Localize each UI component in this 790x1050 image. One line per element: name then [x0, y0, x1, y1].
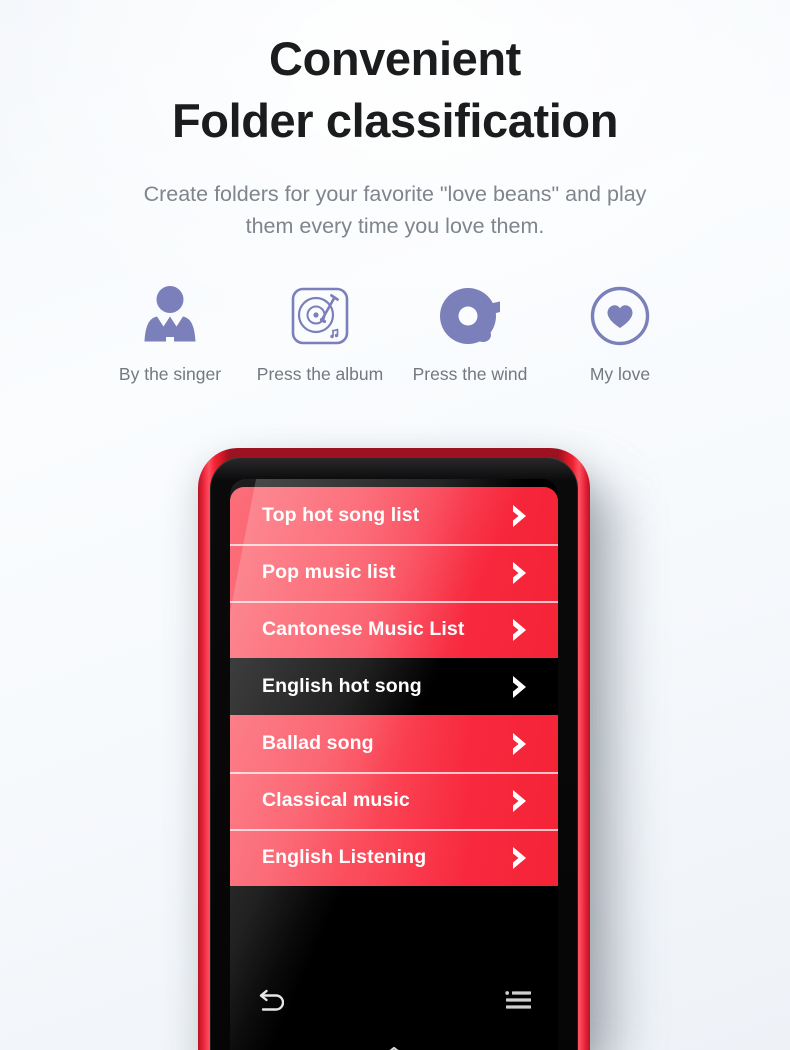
list-item-selected[interactable]: English hot song — [230, 658, 558, 715]
heart-circle-icon — [584, 283, 656, 349]
page-subtitle: Create folders for your favorite "love b… — [0, 178, 790, 242]
list-item[interactable]: Pop music list — [230, 544, 558, 601]
list-menu-icon[interactable] — [498, 979, 540, 1021]
list-item-label: English Listening — [262, 846, 427, 868]
feature-item-my-love[interactable]: My love — [545, 283, 695, 384]
device-screen: Top hot song list Pop music list Cantone… — [230, 479, 558, 1050]
row-separator — [230, 772, 558, 774]
chevron-up-icon[interactable] — [230, 1044, 558, 1050]
feature-label: By the singer — [118, 364, 222, 384]
list-item-label: Cantonese Music List — [262, 618, 465, 640]
chevron-right-icon — [506, 786, 534, 816]
page-title-line-2: Folder classification — [171, 94, 619, 147]
row-separator — [230, 601, 558, 603]
feature-label: My love — [589, 364, 651, 384]
page-title: Convenient Folder classification — [0, 28, 790, 152]
list-item[interactable]: Ballad song — [230, 715, 558, 772]
row-separator — [230, 829, 558, 831]
feature-item-press-the-wind[interactable]: Press the wind — [395, 283, 545, 384]
person-icon — [134, 283, 206, 349]
chevron-right-icon — [506, 501, 534, 531]
list-item-label: Ballad song — [262, 732, 374, 754]
list-item-label: Classical music — [262, 789, 410, 811]
turntable-icon — [284, 283, 356, 349]
page-subtitle-line-2: them every time you love them. — [245, 214, 545, 238]
page-subtitle-line-1: Create folders for your favorite "love b… — [143, 182, 647, 206]
music-player-device: Top hot song list Pop music list Cantone… — [198, 448, 590, 1050]
feature-label: Press the wind — [412, 364, 528, 384]
list-item-label: English hot song — [262, 675, 422, 697]
list-item[interactable]: Top hot song list — [230, 487, 558, 544]
list-item-label: Top hot song list — [262, 504, 420, 526]
chevron-right-icon — [506, 558, 534, 588]
device-bezel: Top hot song list Pop music list Cantone… — [210, 457, 578, 1050]
chevron-right-icon — [506, 672, 534, 702]
list-item[interactable]: English Listening — [230, 829, 558, 886]
chevron-right-icon — [506, 729, 534, 759]
folder-list: Top hot song list Pop music list Cantone… — [230, 487, 558, 886]
chevron-right-icon — [506, 843, 534, 873]
feature-label: Press the album — [256, 364, 384, 384]
feature-item-press-the-album[interactable]: Press the album — [245, 283, 395, 384]
chevron-right-icon — [506, 615, 534, 645]
vinyl-note-icon — [434, 283, 506, 349]
row-separator — [230, 544, 558, 546]
list-item-label: Pop music list — [262, 561, 396, 583]
promo-page: Convenient Folder classification Create … — [0, 0, 790, 1050]
page-title-line-1: Convenient — [269, 32, 521, 85]
device-navbar — [230, 974, 558, 1026]
back-return-icon[interactable] — [248, 979, 290, 1021]
list-item[interactable]: Classical music — [230, 772, 558, 829]
feature-list: By the singer Press the album Press the … — [95, 283, 695, 384]
feature-item-by-the-singer[interactable]: By the singer — [95, 283, 245, 384]
list-item[interactable]: Cantonese Music List — [230, 601, 558, 658]
